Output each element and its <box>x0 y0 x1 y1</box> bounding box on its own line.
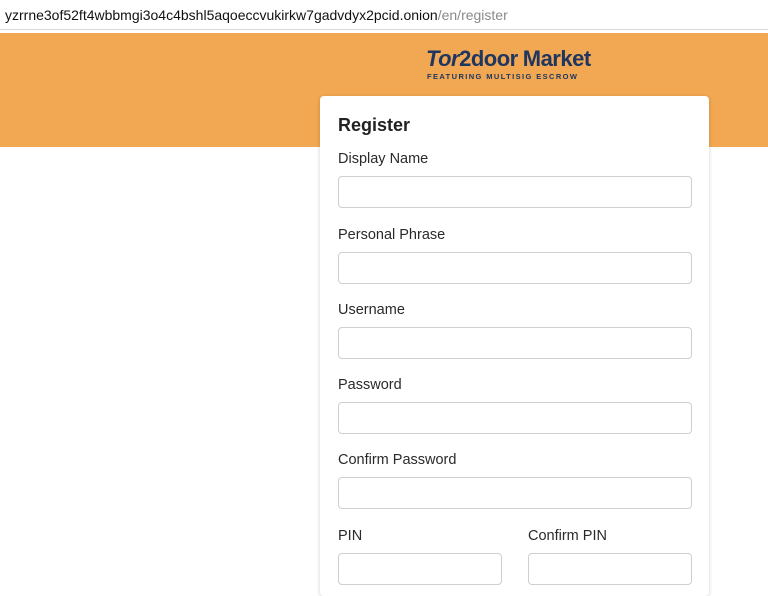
url-path: /en/register <box>437 7 508 23</box>
personal-phrase-input[interactable] <box>338 252 692 284</box>
confirm-password-label: Confirm Password <box>338 452 457 468</box>
address-bar[interactable]: yzrrne3of52ft4wbbmgi3o4c4bshl5aqoeccvuki… <box>0 0 768 30</box>
logo-tagline: FEATURING MULTISIG ESCROW <box>427 72 579 81</box>
form-title: Register <box>338 115 411 135</box>
password-label: Password <box>338 377 402 393</box>
pin-input[interactable] <box>338 553 502 585</box>
url-text[interactable]: yzrrne3of52ft4wbbmgi3o4c4bshl5aqoeccvuki… <box>5 7 508 23</box>
username-input[interactable] <box>338 327 692 359</box>
logo-wordmark: Tor2door Market <box>426 46 591 72</box>
confirm-password-input[interactable] <box>338 477 692 509</box>
logo-brand: Tor <box>426 46 460 71</box>
logo-brand-2: 2door <box>459 46 518 71</box>
confirm-pin-label: Confirm PIN <box>528 528 607 544</box>
confirm-pin-input[interactable] <box>528 553 692 585</box>
display-name-input[interactable] <box>338 176 692 208</box>
site-logo[interactable]: Tor2door Market FEATURING MULTISIG ESCROW <box>426 46 606 84</box>
personal-phrase-label: Personal Phrase <box>338 227 446 243</box>
logo-market: Market <box>522 46 591 71</box>
register-card: Register Display Name Personal Phrase Us… <box>320 96 709 596</box>
url-host: yzrrne3of52ft4wbbmgi3o4c4bshl5aqoeccvuki… <box>5 7 438 23</box>
password-input[interactable] <box>338 402 692 434</box>
username-label: Username <box>338 302 405 318</box>
display-name-label: Display Name <box>338 151 429 167</box>
pin-label: PIN <box>338 528 363 544</box>
